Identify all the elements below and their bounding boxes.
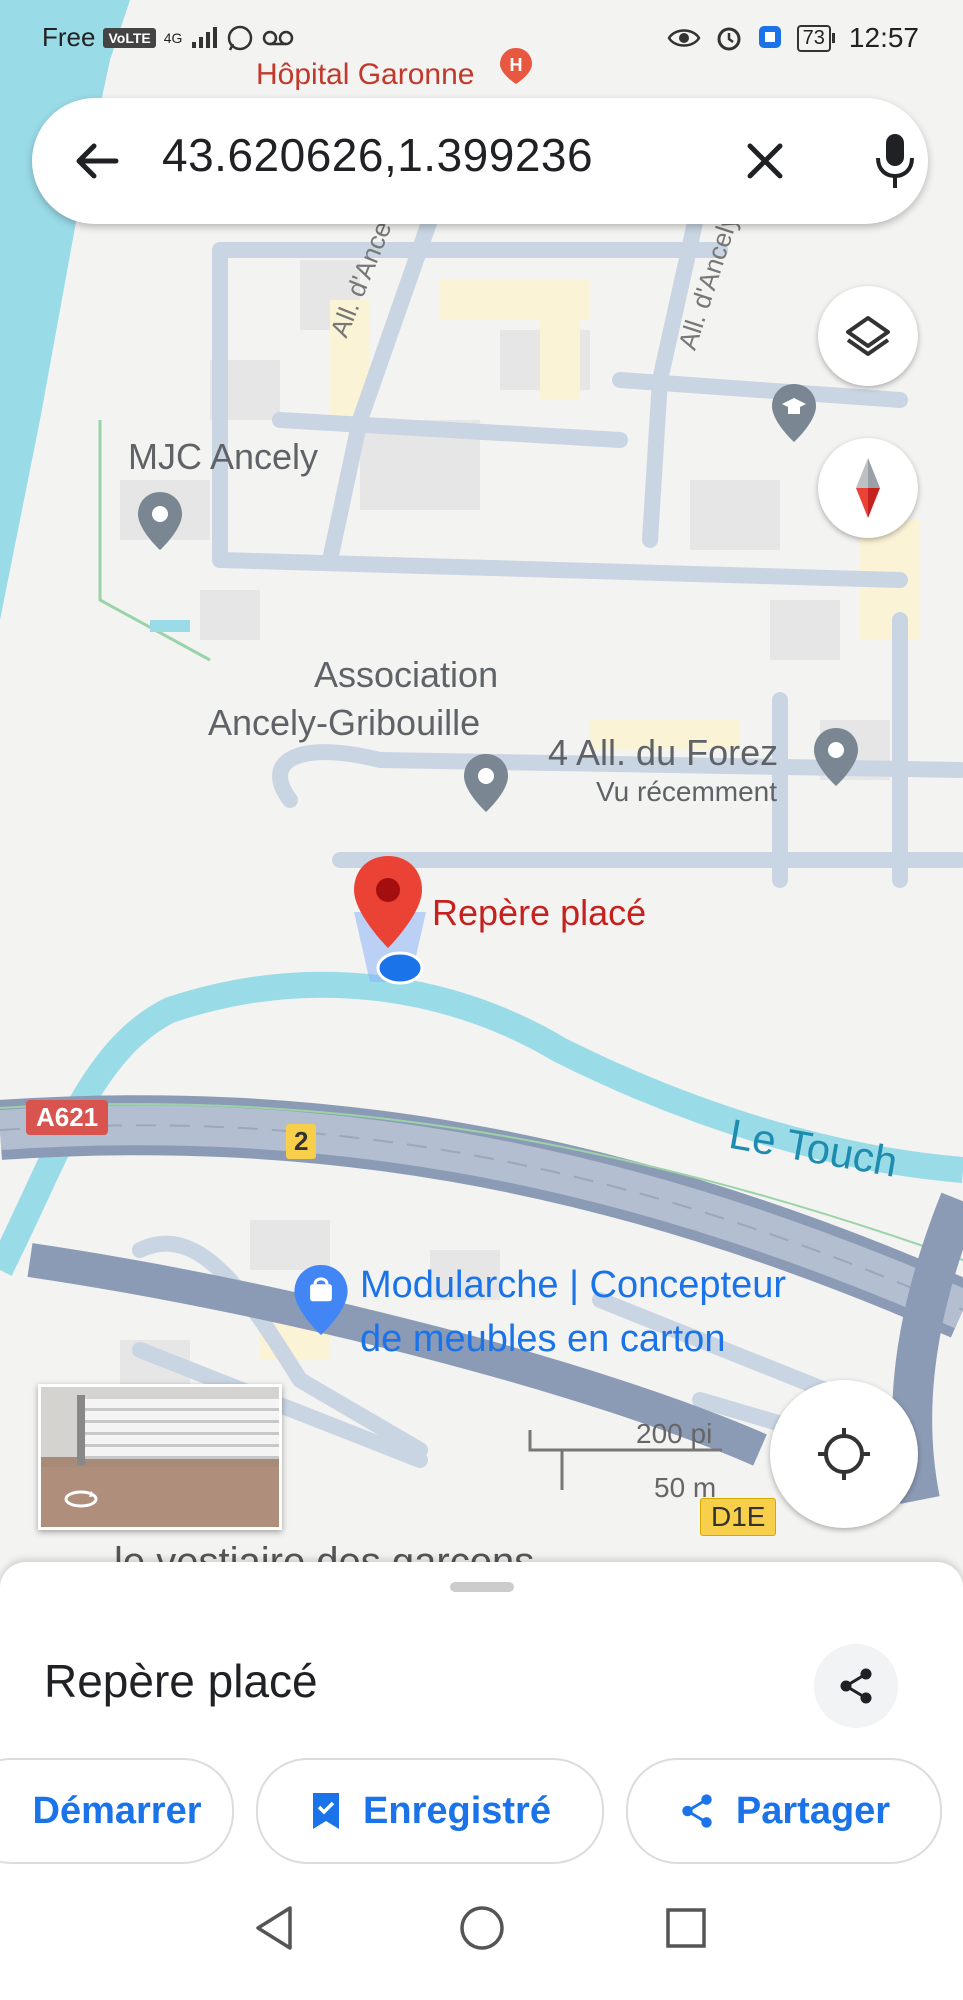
compass-icon: [856, 458, 880, 518]
share-icon: [682, 1794, 712, 1828]
share-icon: [840, 1668, 872, 1704]
network-type: 4G: [163, 29, 183, 46]
close-icon[interactable]: [740, 136, 790, 186]
crosshair-icon: [818, 1428, 870, 1480]
search-bar[interactable]: 43.620626,1.399236: [32, 98, 928, 224]
mjc-label[interactable]: MJC Ancely: [128, 436, 318, 478]
chip-label-saved: Enregistré: [363, 1789, 551, 1832]
dropped-pin-label[interactable]: Repère placé: [432, 892, 646, 934]
drag-handle[interactable]: [450, 1582, 514, 1592]
carrier-name: Free: [42, 22, 96, 52]
chip-label-share: Partager: [735, 1789, 891, 1832]
rotate-360-icon: [64, 1490, 98, 1508]
school-place-icon[interactable]: [770, 382, 818, 444]
d1e-shield: D1E: [700, 1498, 777, 1536]
forez-sublabel: Vu récemment: [596, 776, 778, 807]
back-nav-icon[interactable]: [252, 1904, 296, 1952]
exit-2-shield: 2: [286, 1124, 317, 1159]
notification-icon: [758, 26, 781, 48]
search-input[interactable]: 43.620626,1.399236: [162, 128, 593, 182]
back-arrow-icon[interactable]: [70, 134, 124, 188]
forez-label[interactable]: 4 All. du Forez: [548, 732, 778, 774]
voicemail-icon: [263, 30, 294, 45]
layers-button[interactable]: [818, 286, 918, 386]
forez-place-icon[interactable]: [812, 726, 860, 788]
bookmark-icon: [313, 1793, 340, 1829]
dropped-pin-icon[interactable]: [340, 852, 440, 988]
share-chip[interactable]: Partager: [626, 1758, 942, 1864]
system-nav-bar: [0, 1880, 963, 2000]
microphone-icon[interactable]: [870, 130, 920, 192]
association-label-line1[interactable]: Association: [314, 654, 498, 696]
recents-nav-icon[interactable]: [664, 1906, 708, 1950]
saved-chip[interactable]: Enregistré: [256, 1758, 604, 1864]
battery-level: 73: [796, 24, 831, 52]
layers-icon: [846, 316, 890, 356]
clock: 12:57: [848, 22, 919, 53]
chip-label-start: Démarrer: [32, 1789, 202, 1832]
place-title: Repère placé: [44, 1655, 318, 1707]
eye-icon: [667, 29, 701, 47]
association-label-line2[interactable]: Ancely-Gribouille: [208, 702, 480, 744]
modularche-label-line1[interactable]: Modularche | Concepteur: [360, 1264, 786, 1307]
a621-shield: A621: [26, 1100, 109, 1135]
whatsapp-icon: [228, 25, 253, 51]
home-nav-icon[interactable]: [458, 1904, 506, 1952]
modularche-label-line2[interactable]: de meubles en carton: [360, 1318, 725, 1361]
shopping-place-icon[interactable]: [292, 1262, 350, 1338]
battery-indicator: 73: [796, 24, 835, 52]
my-location-button[interactable]: [770, 1380, 918, 1528]
street-view-thumbnail[interactable]: [38, 1384, 282, 1530]
volte-badge: VoLTE: [103, 27, 156, 48]
scale-feet: 200 pi: [636, 1418, 713, 1449]
alarm-icon: [717, 27, 741, 51]
compass-button[interactable]: [818, 438, 918, 538]
signal-icon: [192, 26, 218, 48]
association-place-icon[interactable]: [462, 752, 510, 814]
start-chip[interactable]: Démarrer: [0, 1758, 234, 1864]
mjc-place-icon[interactable]: [136, 490, 184, 552]
status-bar: Free VoLTE 4G 73 12:57: [0, 0, 963, 72]
share-button[interactable]: [814, 1644, 898, 1728]
